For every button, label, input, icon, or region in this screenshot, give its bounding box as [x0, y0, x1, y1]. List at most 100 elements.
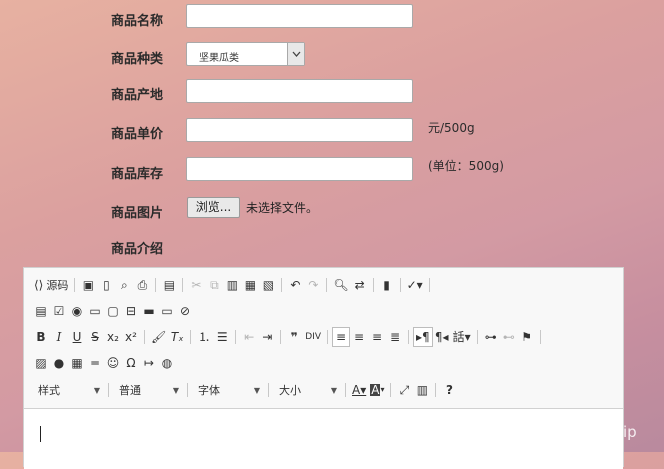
bulleted-list-button[interactable]: ☰ — [213, 327, 231, 347]
div-container-button[interactable]: DIV — [303, 327, 323, 347]
strike-button[interactable]: S — [86, 327, 104, 347]
special-char-button[interactable]: Ω — [122, 353, 140, 373]
preview-icon: ⌕ — [121, 278, 128, 292]
maximize-button[interactable]: ⤢ — [395, 380, 413, 400]
cut-button[interactable]: ✂ — [187, 275, 205, 295]
superscript-icon: x² — [125, 330, 137, 344]
stock-label: 商品库存 — [111, 167, 164, 182]
textfield-button[interactable]: ▭ — [86, 301, 104, 321]
table-button[interactable]: ▦ — [68, 353, 86, 373]
select-field-icon: ⊟ — [125, 304, 137, 318]
numbered-list-button[interactable]: ⒈ — [195, 327, 213, 347]
align-left-button[interactable]: ≡ — [331, 327, 350, 347]
link-icon: ⊶ — [484, 330, 497, 344]
flash-button[interactable]: ● — [50, 353, 68, 373]
image-button-icon: ▭ — [161, 304, 173, 318]
underline-button[interactable]: U — [68, 327, 86, 347]
outdent-button[interactable]: ⇤ — [240, 327, 258, 347]
origin-input[interactable] — [186, 79, 413, 103]
radio-icon: ◉ — [71, 304, 83, 318]
link-button[interactable]: ⊶ — [482, 327, 500, 347]
image-button-field-button[interactable]: ▭ — [158, 301, 176, 321]
spellcheck-icon: ✓▾ — [406, 278, 423, 292]
toolbar-separator — [144, 330, 145, 344]
new-page-button[interactable]: ▯ — [97, 275, 115, 295]
horizontal-line-icon: ═ — [91, 356, 99, 370]
spellcheck-button[interactable]: ✓▾ — [405, 275, 425, 295]
horizontal-line-button[interactable]: ═ — [86, 353, 104, 373]
redo-button[interactable]: ↷ — [304, 275, 322, 295]
paste-text-button[interactable]: ▦ — [241, 275, 259, 295]
button-field-button[interactable]: ▬ — [140, 301, 158, 321]
paste-word-button[interactable]: ▧ — [259, 275, 277, 295]
source-button[interactable]: ⟨⟩ 源码 — [32, 275, 70, 295]
paste-button[interactable]: ▥ — [223, 275, 241, 295]
language-icon: 話▾ — [452, 330, 471, 344]
select-all-button[interactable]: ▮ — [378, 275, 396, 295]
form-button[interactable]: ▤ — [32, 301, 50, 321]
image-button[interactable]: ▨ — [32, 353, 50, 373]
stock-input[interactable] — [186, 157, 413, 181]
styles-combo[interactable]: 样式 ▼ — [32, 381, 104, 399]
textarea-button[interactable]: ▢ — [104, 301, 122, 321]
show-blocks-button[interactable]: ▥ — [413, 380, 431, 400]
hidden-field-icon: ⊘ — [179, 304, 191, 318]
copy-icon: ⧉ — [210, 278, 219, 292]
button-field-icon: ▬ — [143, 304, 155, 318]
textfield-icon: ▭ — [89, 304, 101, 318]
browse-button[interactable]: 浏览... — [187, 197, 240, 218]
ltr-button[interactable]: ▸¶ — [412, 327, 433, 347]
anchor-button[interactable]: ⚑ — [518, 327, 536, 347]
chevron-down-icon: ▼ — [93, 385, 100, 395]
smiley-button[interactable]: ☺ — [104, 353, 122, 373]
numbered-list-icon: ⒈ — [198, 330, 211, 344]
radio-button[interactable]: ◉ — [68, 301, 86, 321]
subscript-button[interactable]: x₂ — [104, 327, 122, 347]
replace-icon: ⇄ — [354, 278, 365, 292]
size-combo[interactable]: 大小 ▼ — [273, 381, 341, 399]
preview-button[interactable]: ⌕ — [115, 275, 133, 295]
price-input[interactable] — [186, 118, 413, 142]
category-select[interactable]: 坚果瓜类 — [186, 42, 305, 66]
save-button[interactable]: ▣ — [79, 275, 97, 295]
chevron-down-icon[interactable] — [287, 43, 304, 65]
align-right-icon: ≡ — [371, 330, 383, 344]
superscript-button[interactable]: x² — [122, 327, 140, 347]
format-combo[interactable]: 普通 ▼ — [113, 381, 183, 399]
indent-icon: ⇥ — [262, 330, 273, 344]
about-button[interactable]: ? — [440, 380, 458, 400]
text-color-button[interactable]: A▾ — [350, 380, 368, 400]
font-combo[interactable]: 字体 ▼ — [192, 381, 264, 399]
find-button[interactable]: 🔍︎ — [331, 275, 350, 295]
bulleted-list-icon: ☰ — [216, 330, 228, 344]
toolbar-separator — [399, 278, 401, 292]
bold-button[interactable]: B — [32, 327, 50, 347]
bg-color-button[interactable]: A ▾ — [368, 380, 386, 400]
iframe-button[interactable]: ◍ — [158, 353, 176, 373]
blockquote-button[interactable]: ❞ — [285, 327, 303, 347]
templates-button[interactable]: ▤ — [160, 275, 178, 295]
print-button[interactable]: ⎙ — [133, 275, 151, 295]
align-right-button[interactable]: ≡ — [368, 327, 386, 347]
unlink-button[interactable]: ⊷ — [500, 327, 518, 347]
rtl-icon: ¶◂ — [434, 330, 449, 344]
align-center-button[interactable]: ≡ — [350, 327, 368, 347]
language-button[interactable]: 話▾ — [451, 327, 473, 347]
undo-button[interactable]: ↶ — [286, 275, 304, 295]
justify-button[interactable]: ≣ — [386, 327, 404, 347]
hidden-field-button[interactable]: ⊘ — [176, 301, 194, 321]
toolbar-row-5: 样式 ▼ 普通 ▼ 字体 ▼ 大小 ▼ A▾ A ▾ ⤢ ▥ ? — [32, 380, 458, 400]
copy-button[interactable]: ⧉ — [205, 275, 223, 295]
indent-button[interactable]: ⇥ — [258, 327, 276, 347]
page-break-button[interactable]: ↦ — [140, 353, 158, 373]
table-icon: ▦ — [71, 356, 83, 370]
copy-format-button[interactable]: 🖌︎ — [149, 327, 168, 347]
name-input[interactable] — [186, 4, 413, 28]
remove-format-button[interactable]: Tₓ — [168, 327, 186, 347]
rtl-button[interactable]: ¶◂ — [433, 327, 451, 347]
replace-button[interactable]: ⇄ — [351, 275, 369, 295]
select-field-button[interactable]: ⊟ — [122, 301, 140, 321]
save-icon: ▣ — [82, 278, 95, 292]
italic-button[interactable]: I — [50, 327, 68, 347]
checkbox-button[interactable]: ☑ — [50, 301, 68, 321]
